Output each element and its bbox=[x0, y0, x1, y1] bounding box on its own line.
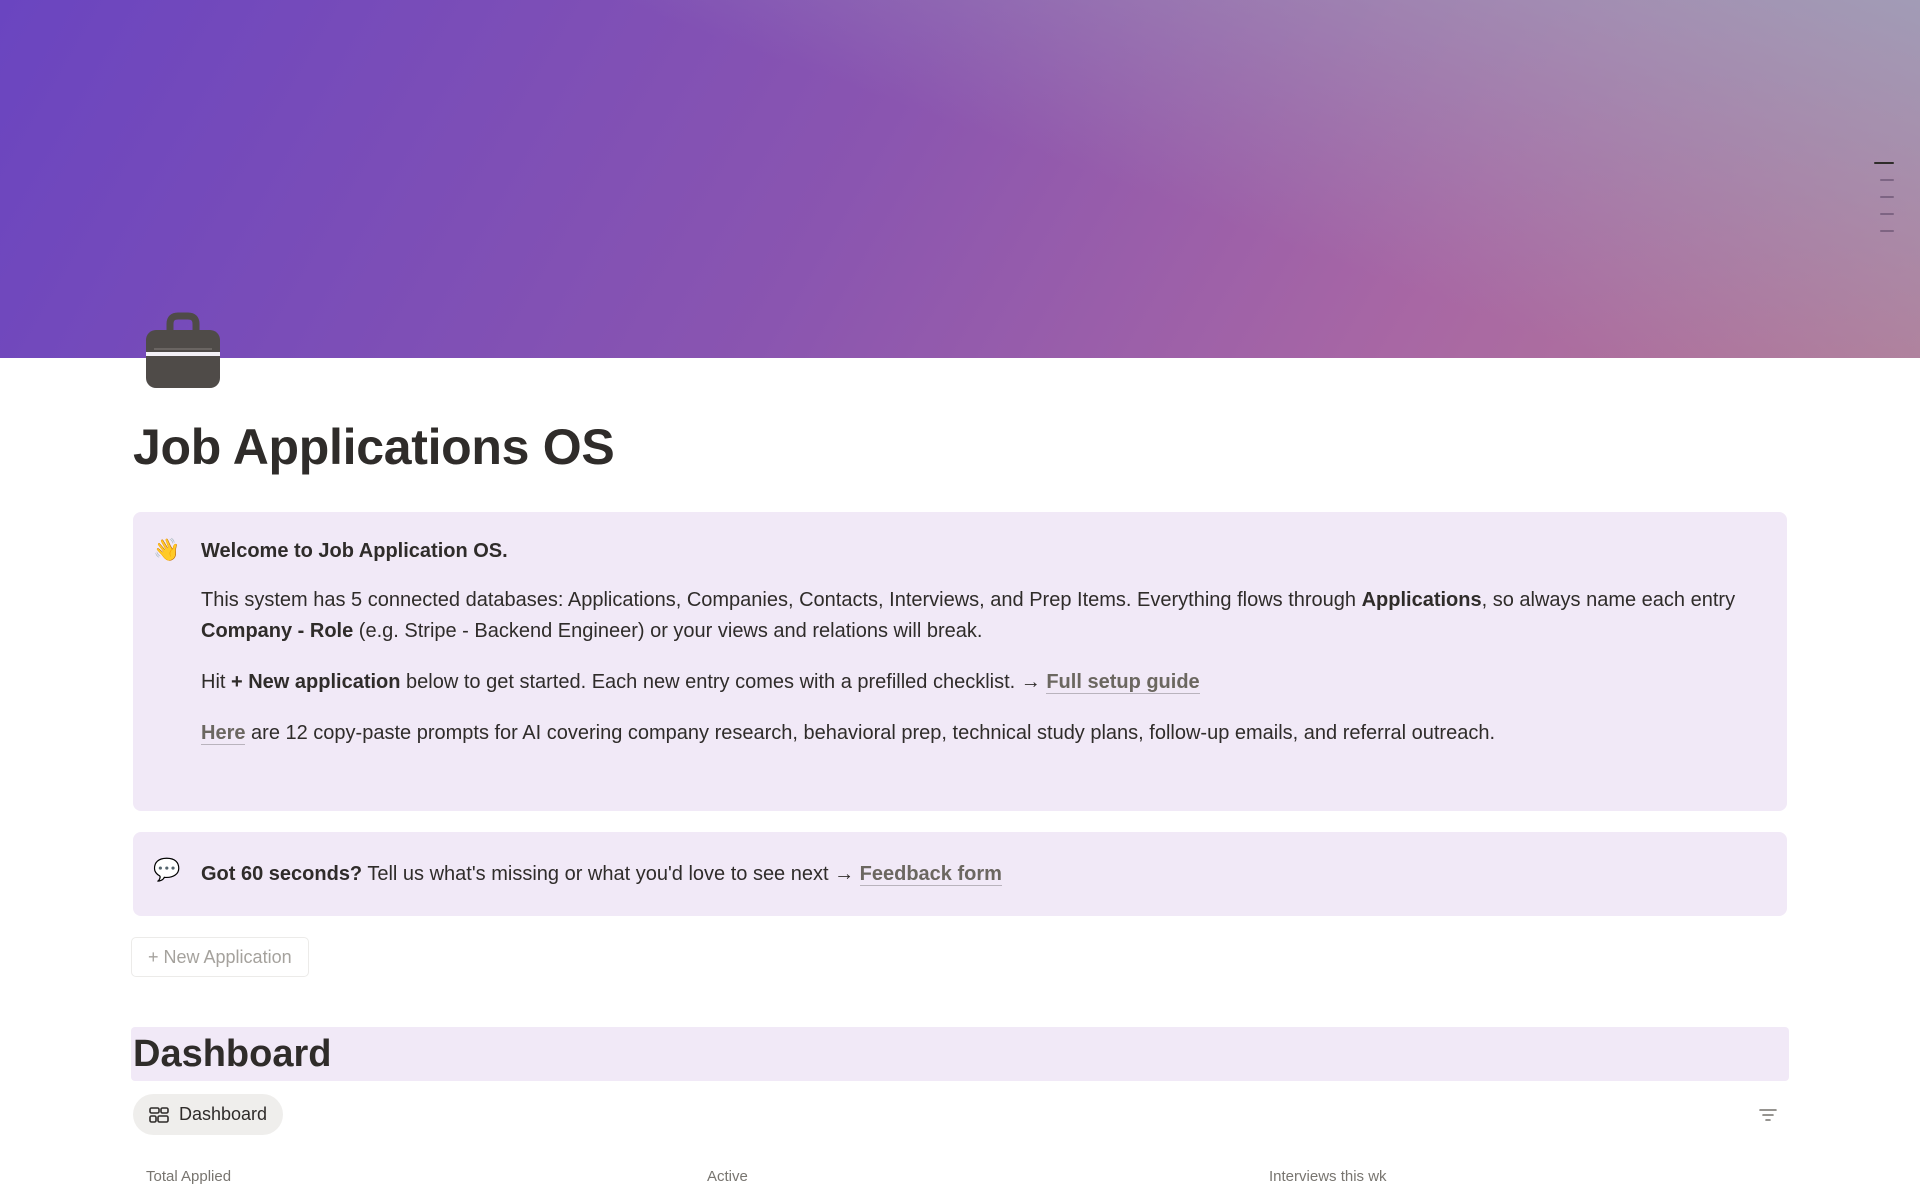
dashboard-heading-block: Dashboard bbox=[131, 1027, 1789, 1081]
page-title: Job Applications OS bbox=[133, 419, 615, 475]
toc-item[interactable] bbox=[1880, 196, 1894, 198]
feedback-callout: 💬 Got 60 seconds? Tell us what's missing… bbox=[133, 832, 1787, 916]
tab-dashboard-view[interactable]: Dashboard bbox=[133, 1094, 284, 1135]
new-application-button[interactable]: + New Application bbox=[131, 937, 309, 977]
dashboard-view-icon bbox=[149, 1106, 169, 1123]
text: , so always name each entry bbox=[1481, 589, 1736, 611]
full-setup-guide-link[interactable]: Full setup guide bbox=[1046, 671, 1200, 694]
text: (e.g. Stripe - Backend Engineer) or your… bbox=[353, 620, 983, 642]
bold-text: + New application bbox=[231, 671, 401, 693]
table-of-contents-rail[interactable] bbox=[1870, 162, 1894, 232]
feedback-text: Got 60 seconds? Tell us what's missing o… bbox=[201, 859, 1737, 890]
toc-item[interactable] bbox=[1880, 179, 1894, 181]
page-root: Job Applications OS 👋 Welcome to Job App… bbox=[0, 0, 1920, 1199]
text: This system has 5 connected databases: A… bbox=[201, 589, 1362, 611]
text: Tell us what's missing or what you'd lov… bbox=[362, 863, 860, 885]
welcome-paragraph-prompts: Here are 12 copy-paste prompts for AI co… bbox=[201, 718, 1737, 749]
speech-bubble-icon: 💬 bbox=[153, 858, 181, 883]
text: are 12 copy-paste prompts for AI coverin… bbox=[245, 722, 1496, 744]
toc-item[interactable] bbox=[1880, 213, 1894, 215]
waving-hand-icon: 👋 bbox=[153, 538, 181, 563]
welcome-heading: Welcome to Job Application OS. bbox=[201, 536, 1737, 567]
welcome-paragraph-get-started: Hit + New application below to get start… bbox=[201, 667, 1737, 698]
bold-text: Got 60 seconds? bbox=[201, 863, 363, 885]
text: Hit bbox=[201, 671, 231, 693]
stat-interviews-this-week-label: Interviews this wk bbox=[1269, 1168, 1387, 1185]
toc-item[interactable] bbox=[1874, 162, 1894, 164]
toc-item[interactable] bbox=[1880, 230, 1894, 232]
briefcase-icon[interactable] bbox=[140, 312, 226, 392]
tab-label: Dashboard bbox=[179, 1104, 268, 1124]
welcome-callout: 👋 Welcome to Job Application OS. This sy… bbox=[133, 512, 1787, 811]
bold-text: Applications bbox=[1361, 589, 1482, 611]
feedback-form-link[interactable]: Feedback form bbox=[859, 863, 1002, 886]
welcome-paragraph-databases: This system has 5 connected databases: A… bbox=[201, 585, 1737, 647]
cover-image bbox=[0, 0, 1920, 358]
stat-total-applied-label: Total Applied bbox=[146, 1168, 232, 1185]
here-link[interactable]: Here bbox=[201, 722, 246, 745]
welcome-heading-text: Welcome to Job Application OS. bbox=[201, 540, 508, 562]
dashboard-heading: Dashboard bbox=[133, 1033, 332, 1075]
stat-active-label: Active bbox=[707, 1168, 748, 1185]
filter-icon[interactable] bbox=[1757, 1104, 1779, 1126]
bold-text: Company - Role bbox=[201, 620, 354, 642]
text: below to get started. Each new entry com… bbox=[400, 671, 1047, 693]
